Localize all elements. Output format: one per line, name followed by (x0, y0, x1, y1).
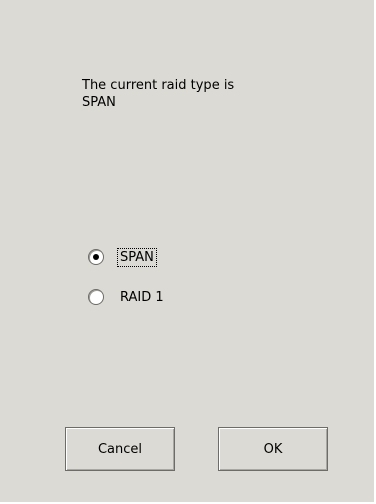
cancel-button[interactable]: Cancel (65, 427, 175, 471)
message-line-1: The current raid type is (82, 78, 235, 93)
message-line-2: SPAN (82, 95, 116, 110)
raid-type-message: The current raid type is SPAN (82, 77, 234, 111)
ok-button[interactable]: OK (218, 427, 328, 471)
radio-label-raid1[interactable]: RAID 1 (118, 289, 166, 306)
radio-button-span[interactable] (88, 249, 104, 265)
radio-option-raid1[interactable]: RAID 1 (88, 285, 166, 309)
radio-button-raid1[interactable] (88, 289, 104, 305)
radio-option-span[interactable]: SPAN (88, 245, 157, 269)
raid-type-dialog: The current raid type is SPAN SPAN RAID … (0, 0, 376, 504)
radio-label-span[interactable]: SPAN (117, 247, 157, 267)
